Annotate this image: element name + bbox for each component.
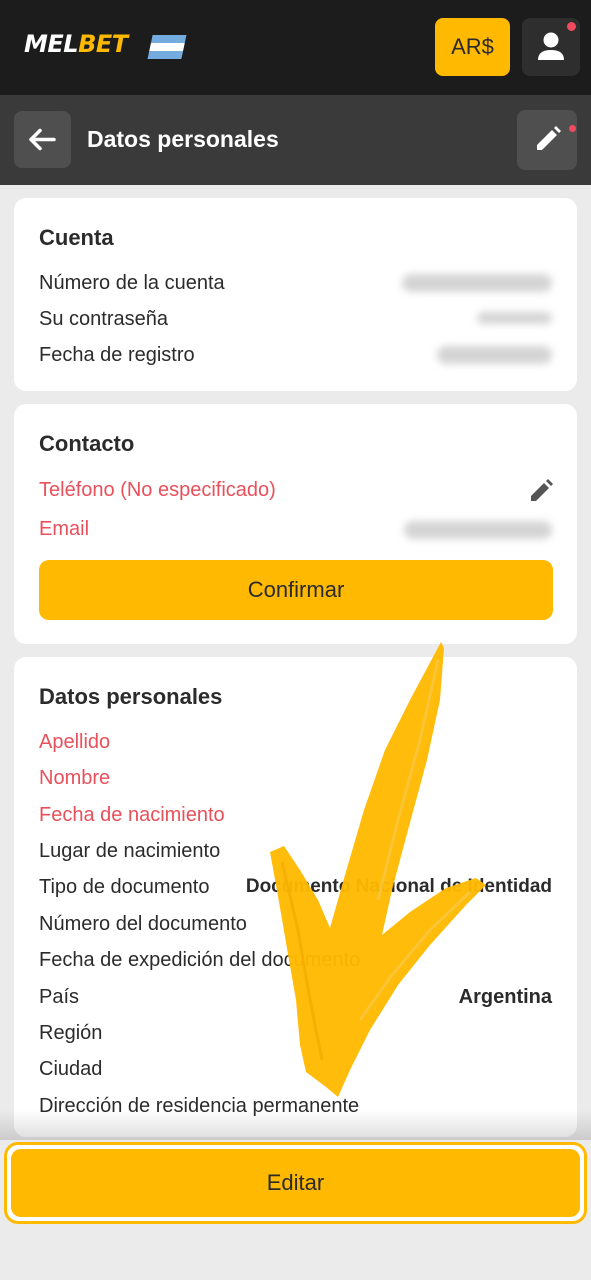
password-value-hidden xyxy=(477,312,552,324)
top-bar: MELBET AR$ xyxy=(0,0,591,95)
pencil-icon[interactable] xyxy=(526,476,556,506)
city-label: Ciudad xyxy=(39,1058,103,1080)
logo-text-mel: MEL xyxy=(24,30,79,58)
card-title: Datos personales xyxy=(39,684,223,709)
country-value: Argentina xyxy=(458,986,552,1008)
account-number-value-hidden xyxy=(402,274,552,292)
currency-button[interactable]: AR$ xyxy=(435,18,510,76)
birth-place-label: Lugar de nacimiento xyxy=(39,840,221,862)
contact-card: Contacto Teléfono (No especificado) Emai… xyxy=(14,404,577,644)
document-issue-date-label: Fecha de expedición del documento xyxy=(39,949,361,971)
melbet-logo[interactable]: MELBET xyxy=(24,30,128,58)
name-label: Nombre xyxy=(39,767,111,789)
notification-dot xyxy=(567,22,576,31)
confirm-button[interactable]: Confirmar xyxy=(39,560,553,620)
document-type-value: Documento Nacional de Identidad xyxy=(245,876,552,897)
email-value-hidden xyxy=(404,521,552,539)
pencil-icon xyxy=(537,126,561,150)
registration-date-label: Fecha de registro xyxy=(39,344,195,366)
page-title: Datos personales xyxy=(87,126,279,152)
surname-label: Apellido xyxy=(39,731,111,753)
account-number-label: Número de la cuenta xyxy=(39,272,225,294)
phone-label[interactable]: Teléfono (No especificado) xyxy=(39,479,276,502)
card-title: Cuenta xyxy=(39,225,114,250)
edit-profile-button[interactable] xyxy=(517,110,577,170)
argentina-flag-icon xyxy=(147,35,187,59)
registration-date-value-hidden xyxy=(437,346,552,364)
personal-data-card: Datos personales Apellido Nombre Fecha d… xyxy=(14,657,577,1137)
sub-header: Datos personales xyxy=(0,95,591,185)
email-label: Email xyxy=(39,518,90,540)
back-button[interactable] xyxy=(14,111,71,168)
notification-dot xyxy=(569,125,576,132)
card-title: Contacto xyxy=(39,431,135,456)
document-type-label: Tipo de documento xyxy=(39,876,210,898)
country-label: País xyxy=(39,986,80,1008)
document-number-label: Número del documento xyxy=(39,913,247,935)
logo-text-bet: BET xyxy=(78,30,128,58)
account-card: Cuenta Número de la cuenta Su contraseña… xyxy=(14,198,577,391)
password-label: Su contraseña xyxy=(39,308,168,330)
profile-button[interactable] xyxy=(522,18,580,76)
region-label: Región xyxy=(39,1022,103,1044)
birth-date-label: Fecha de nacimiento xyxy=(39,804,225,826)
edit-button[interactable]: Editar xyxy=(11,1149,580,1217)
arrow-left-icon xyxy=(29,128,56,151)
